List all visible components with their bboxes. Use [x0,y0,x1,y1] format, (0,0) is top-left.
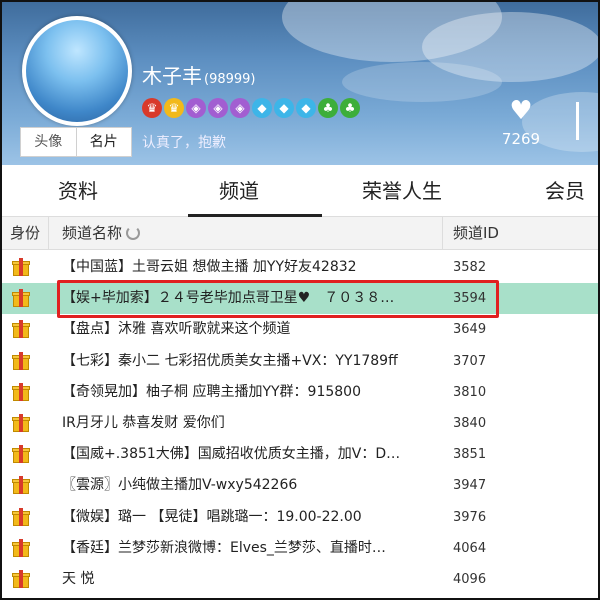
purple-shield-icon[interactable]: ◈ [186,98,206,118]
gift-icon [12,414,30,432]
channel-name: 【盘点】沐雅 喜欢听歌就来这个频道 [62,321,291,338]
user-id: (98999) [204,72,256,87]
screenshot-frame: 头像 名片 木子丰 (98999) ♛ ♛ ◈ ◈ ◈ ◆ ◆ ◆ ♣ ♣ 认真了，抱歉 ♥ 726… [0,0,600,600]
gift-icon [12,570,30,588]
channel-name: 【奇领晃加】柚子桐 应聘主播加YY群：915800 [62,383,361,400]
channel-id: 3810 [453,384,487,400]
table-row[interactable]: 【娱+毕加索】２４号老毕加点哥卫星♥ ７０３８… 3594 [2,283,598,315]
blue-diamond-icon[interactable]: ◆ [274,98,294,118]
purple-shield-icon[interactable]: ◈ [230,98,250,118]
header-channel-name-text: 频道名称 [62,224,123,242]
header-role: 身份 [10,224,41,242]
gift-icon [12,382,30,401]
heart-icon: ♥ [509,96,533,126]
avatar-tab-photo[interactable]: 头像 [21,128,76,156]
tab-honors[interactable]: 荣誉人生 [362,165,442,217]
table-row[interactable]: 【七彩】秦小二 七彩招优质美女主播+VX：YY1789ff 3707 [2,346,598,377]
channel-id: 3707 [453,353,487,369]
channel-id: 3582 [453,260,487,275]
profile-nav: 资料 频道 荣誉人生 会员 [2,165,598,218]
channel-name: 〖雲源〗小纯做主播加V-wxy542266 [62,477,298,494]
channel-id: 3947 [453,478,487,494]
blue-diamond-icon[interactable]: ◆ [252,98,272,118]
tab-membership[interactable]: 会员 [545,165,585,217]
profile-banner: 头像 名片 木子丰 (98999) ♛ ♛ ◈ ◈ ◈ ◆ ◆ ◆ ♣ ♣ 认真了，抱歉 ♥ 726… [2,2,598,165]
avatar-image [26,20,128,122]
channel-name: 【微娱】璐一 【晃徒】唱跳璐一：19.00-22.00 [62,508,362,525]
channel-id: 4096 [453,572,487,587]
channel-id: 3594 [453,291,487,307]
gift-icon [12,445,30,464]
channel-name: 【国威+.3851大佛】国威招收优质女主播，加V：D… [62,446,401,463]
channel-id: 4064 [453,540,487,556]
crown-gold-icon[interactable]: ♛ [164,98,184,118]
table-row[interactable]: IR月牙儿 恭喜发财 爱你们 3840 [2,408,598,439]
user-motto: 认真了，抱歉 [142,135,226,151]
channel-name: 【七彩】秦小二 七彩招优质美女主播+VX：YY1789ff [62,352,398,369]
channel-id: 3649 [453,322,487,338]
channel-name: 【娱+毕加索】２４号老毕加点哥卫星♥ ７０３８… [62,290,395,307]
channel-id: 3976 [453,509,487,525]
username-text: 木子丰 [142,64,202,88]
column-divider [48,217,49,250]
channel-name: 天 悦 [62,571,95,587]
table-row[interactable]: 【香廷】兰梦莎新浪微博：Elves_兰梦莎、直播时… 4064 [2,533,598,564]
header-channel-id: 频道ID [453,224,499,242]
channel-id: 3840 [453,416,487,431]
refresh-icon[interactable] [126,226,141,240]
tab-profile-info[interactable]: 资料 [58,165,98,217]
likes-counter[interactable]: ♥ 7269 [499,98,543,148]
table-row[interactable]: 天 悦 4096 [2,564,598,595]
green-leaf-icon[interactable]: ♣ [318,98,338,118]
blue-diamond-icon[interactable]: ◆ [296,98,316,118]
gift-icon [12,476,30,495]
gift-icon [12,320,30,339]
likes-count: 7269 [501,130,541,148]
badge-list: ♛ ♛ ◈ ◈ ◈ ◆ ◆ ◆ ♣ ♣ [142,98,360,118]
table-row[interactable]: 【奇领晃加】柚子桐 应聘主播加YY群：915800 3810 [2,377,598,408]
table-header: 身份 频道名称 频道ID [2,217,598,250]
channel-name: IR月牙儿 恭喜发财 爱你们 [62,415,225,431]
avatar-tabs: 头像 名片 [20,127,132,157]
tab-channels[interactable]: 频道 [219,165,259,217]
green-leaf-icon[interactable]: ♣ [340,98,360,118]
table-row[interactable]: 【微娱】璐一 【晃徒】唱跳璐一：19.00-22.00 3976 [2,502,598,533]
purple-shield-icon[interactable]: ◈ [208,98,228,118]
gift-icon [12,258,30,276]
divider [576,102,579,140]
header-channel-name: 频道名称 [62,217,141,250]
gift-icon [12,351,30,370]
gift-icon [12,538,30,557]
avatar-tab-card[interactable]: 名片 [75,128,132,156]
crown-red-icon[interactable]: ♛ [142,98,162,118]
username: 木子丰 (98999) [142,60,256,89]
table-row[interactable]: 【中国蓝】土哥云姐 想做主播 加YY好友42832 3582 [2,252,598,283]
channel-id: 3851 [453,447,487,463]
channel-name: 【香廷】兰梦莎新浪微博：Elves_兰梦莎、直播时… [62,539,386,556]
table-row[interactable]: 【盘点】沐雅 喜欢听歌就来这个频道 3649 [2,314,598,345]
column-divider [442,217,443,250]
table-row[interactable]: 【国威+.3851大佛】国威招收优质女主播，加V：D… 3851 [2,439,598,470]
gift-icon [12,289,30,308]
avatar[interactable] [22,16,132,126]
gift-icon [12,507,30,526]
channel-name: 【中国蓝】土哥云姐 想做主播 加YY好友42832 [62,259,357,275]
table-row[interactable]: 〖雲源〗小纯做主播加V-wxy542266 3947 [2,470,598,501]
